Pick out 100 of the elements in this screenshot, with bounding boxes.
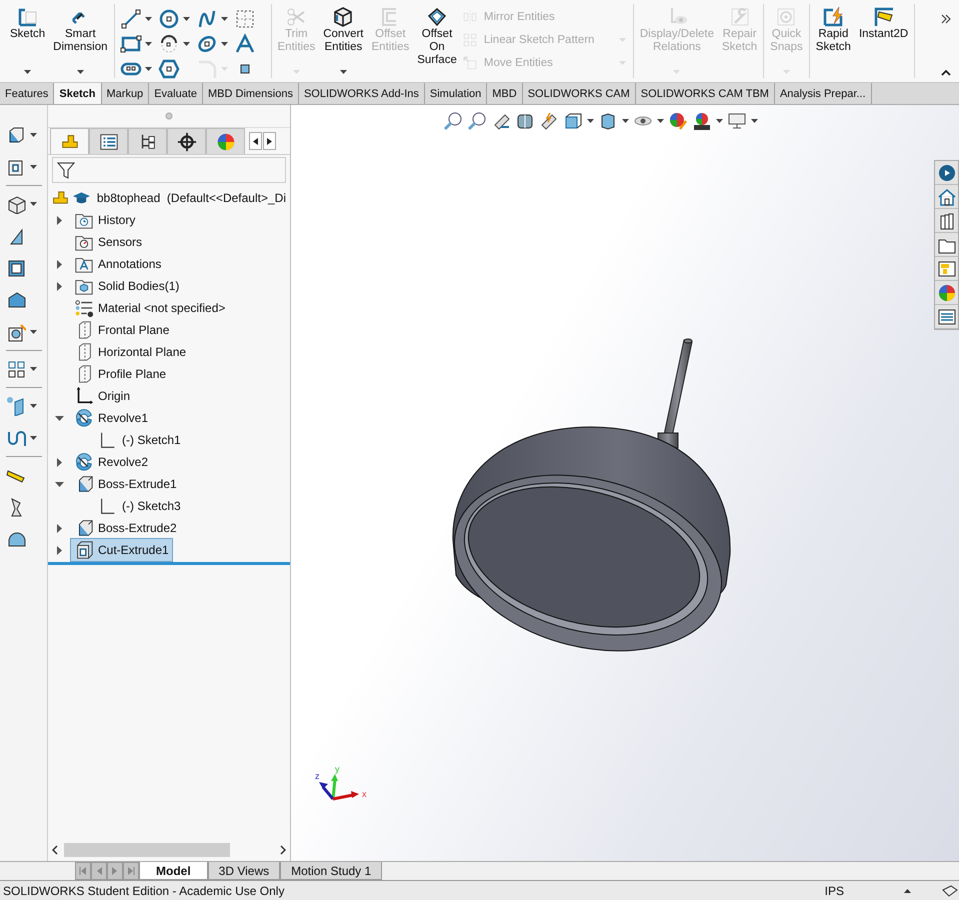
caret-icon[interactable] [144, 66, 152, 70]
caret-icon[interactable] [144, 16, 152, 20]
part-name[interactable]: bb8tophead (Default<<Default>_Di [92, 189, 290, 207]
caret-icon[interactable] [30, 202, 36, 206]
caret-icon[interactable] [220, 16, 228, 20]
caret-icon[interactable] [30, 133, 36, 137]
collapse-arrow-icon[interactable] [54, 414, 64, 422]
property-list-icon[interactable] [936, 306, 956, 326]
cube-icon[interactable] [6, 194, 26, 214]
zoom-fit-icon[interactable] [443, 111, 463, 131]
expand-arrow-icon[interactable] [54, 216, 64, 224]
caret-icon[interactable] [30, 404, 36, 408]
shell-icon[interactable] [6, 258, 26, 278]
caret-icon[interactable] [30, 330, 36, 334]
globe-icon[interactable] [936, 162, 956, 182]
command-tab[interactable]: SOLIDWORKS CAM [522, 83, 636, 104]
caret-icon[interactable] [340, 70, 347, 74]
caret-icon[interactable] [622, 119, 629, 123]
zoom-area-icon[interactable] [467, 111, 487, 131]
command-tab[interactable]: SOLIDWORKS Add-Ins [298, 83, 425, 104]
caret-icon[interactable] [30, 165, 36, 169]
ribbon-button[interactable]: Smart Dimension [50, 4, 110, 78]
tree-item[interactable]: History [70, 208, 140, 232]
units-label[interactable]: IPS [824, 884, 844, 898]
tree-item[interactable]: Revolve2 [70, 450, 152, 474]
tree-item[interactable]: Annotations [70, 252, 166, 276]
command-tab[interactable]: Markup [102, 83, 150, 104]
panel-tab[interactable] [50, 128, 89, 154]
view-tab[interactable]: 3D Views [208, 862, 280, 880]
ribbon-button[interactable]: Convert Entities [320, 4, 366, 78]
expand-arrow-icon[interactable] [54, 260, 64, 268]
more-chevron-icon[interactable] [941, 14, 951, 24]
caret-icon[interactable] [144, 42, 152, 46]
axis-label: z [315, 771, 320, 781]
scroll-left-button[interactable] [249, 132, 262, 150]
view-tab[interactable]: Model [139, 862, 208, 880]
view-tab[interactable]: Motion Study 1 [280, 862, 382, 880]
expand-arrow-icon[interactable] [54, 458, 64, 466]
up-caret-icon[interactable] [904, 888, 911, 892]
plane-icon[interactable] [6, 396, 26, 416]
view-orientation-icon[interactable] [563, 111, 583, 131]
home-icon[interactable] [936, 186, 956, 206]
tree-item[interactable]: Boss-Extrude2 [70, 516, 181, 540]
monitor-icon[interactable] [727, 111, 747, 131]
expand-arrow-icon[interactable] [54, 546, 64, 554]
command-tab[interactable]: Analysis Prepar... [774, 83, 872, 104]
tree-item[interactable]: Boss-Extrude1 [70, 472, 181, 496]
caret-icon[interactable] [587, 119, 594, 123]
pattern-icon[interactable] [6, 359, 26, 379]
tree-item[interactable]: Profile Plane [70, 362, 170, 386]
expand-arrow-icon[interactable] [54, 524, 64, 532]
ribbon-button[interactable]: Rapid Sketch [812, 4, 854, 78]
tree-item[interactable]: (-) Sketch3 [94, 494, 185, 518]
expand-arrow-icon[interactable] [54, 282, 64, 290]
rebuild-icon[interactable] [941, 884, 959, 898]
caret-icon[interactable] [716, 119, 723, 123]
command-tab[interactable]: MBD Dimensions [203, 83, 299, 104]
caret-icon[interactable] [751, 119, 758, 123]
collapse-arrow-icon[interactable] [54, 480, 64, 488]
tree-item[interactable]: Solid Bodies(1) [70, 274, 184, 298]
scene-icon[interactable] [692, 111, 712, 131]
command-tab[interactable]: Evaluate [149, 83, 203, 104]
tree-item[interactable]: Frontal Plane [70, 318, 174, 342]
appearance-icon[interactable] [668, 111, 688, 131]
tree-item[interactable]: Origin [70, 384, 134, 408]
panel-tab[interactable] [89, 128, 128, 154]
command-tab[interactable]: Simulation [424, 83, 488, 104]
caret-icon[interactable] [182, 42, 190, 46]
ribbon-button[interactable]: Offset On Surface [414, 4, 460, 78]
command-tab[interactable]: SOLIDWORKS CAM TBM [636, 83, 775, 104]
ribbon-button[interactable]: Instant2D [856, 4, 912, 78]
panel-tab[interactable] [128, 128, 167, 154]
tree-item[interactable]: Horizontal Plane [70, 340, 190, 364]
caret-icon[interactable] [220, 42, 228, 46]
tree-item[interactable]: Cut-Extrude1 [70, 538, 173, 562]
caret-icon[interactable] [182, 16, 190, 20]
ribbon-button[interactable]: Sketch [7, 4, 48, 78]
collapse-chevron-icon[interactable] [941, 70, 951, 76]
caret-icon[interactable] [657, 119, 664, 123]
scroll-left-icon[interactable] [52, 845, 58, 855]
caret-icon[interactable] [30, 367, 36, 371]
panel-tab[interactable] [167, 128, 206, 154]
command-tab[interactable]: MBD [487, 83, 523, 104]
grip-dot-icon[interactable] [165, 112, 173, 120]
scroll-right-button[interactable] [263, 132, 276, 150]
caret-icon[interactable] [30, 436, 36, 440]
caret-icon[interactable] [24, 70, 32, 74]
previous-arrow-icon [95, 867, 103, 875]
scroll-right-icon[interactable] [280, 845, 286, 855]
command-tab[interactable]: Sketch [54, 83, 102, 104]
curved-surface-icon [426, 6, 448, 28]
scrollbar-thumb[interactable] [64, 843, 230, 857]
tree-item[interactable]: Revolve1 [70, 406, 152, 430]
filter-field[interactable] [52, 157, 286, 183]
color-ball-icon[interactable] [936, 282, 956, 302]
caret-icon[interactable] [76, 70, 84, 74]
tree-item[interactable]: Sensors [70, 230, 146, 254]
tree-item[interactable]: (-) Sketch1 [94, 428, 185, 452]
tree-item[interactable]: Material <not specified> [70, 296, 230, 320]
curve-icon[interactable] [6, 428, 26, 448]
